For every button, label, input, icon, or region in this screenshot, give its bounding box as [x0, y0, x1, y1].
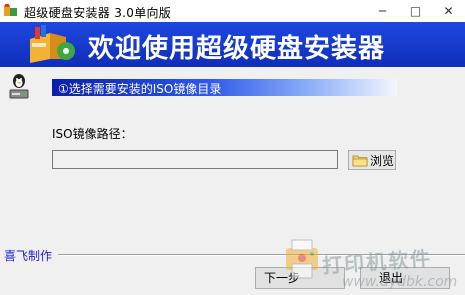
step-header: ①选择需要安装的ISO镜像目录: [52, 79, 397, 96]
iso-path-label: ISO镜像路径：: [52, 127, 133, 141]
banner-title: 欢迎使用超级硬盘安装器: [88, 34, 386, 64]
folder-icon: [352, 155, 368, 166]
close-icon: ✕: [443, 4, 454, 18]
penguin-icon: [9, 74, 29, 99]
watermark: 打印机软件 www.dydbk.com: [270, 232, 465, 295]
step-label: ①选择需要安装的ISO镜像目录: [58, 82, 222, 96]
app-icon: [4, 4, 17, 16]
iso-path-input[interactable]: [52, 150, 338, 169]
installer-box-icon: [30, 25, 75, 63]
watermark-url: www.dydbk.com: [342, 274, 458, 290]
maximize-button[interactable]: □: [399, 0, 432, 22]
window-title: 超级硬盘安装器 3.0单向版: [24, 6, 172, 20]
maximize-icon: □: [409, 4, 422, 18]
close-button[interactable]: ✕: [432, 0, 465, 22]
minimize-button[interactable]: ─: [366, 0, 399, 22]
printer-logo-icon: [286, 239, 318, 279]
author-link[interactable]: 喜飞制作: [4, 247, 52, 264]
browse-button-label: 浏览: [370, 153, 395, 168]
header-banner: 欢迎使用超级硬盘安装器: [0, 22, 465, 67]
minimize-icon: ─: [378, 4, 387, 18]
title-bar: 超级硬盘安装器 3.0单向版 ─ □ ✕: [0, 0, 465, 22]
browse-button[interactable]: 浏览: [348, 150, 396, 170]
